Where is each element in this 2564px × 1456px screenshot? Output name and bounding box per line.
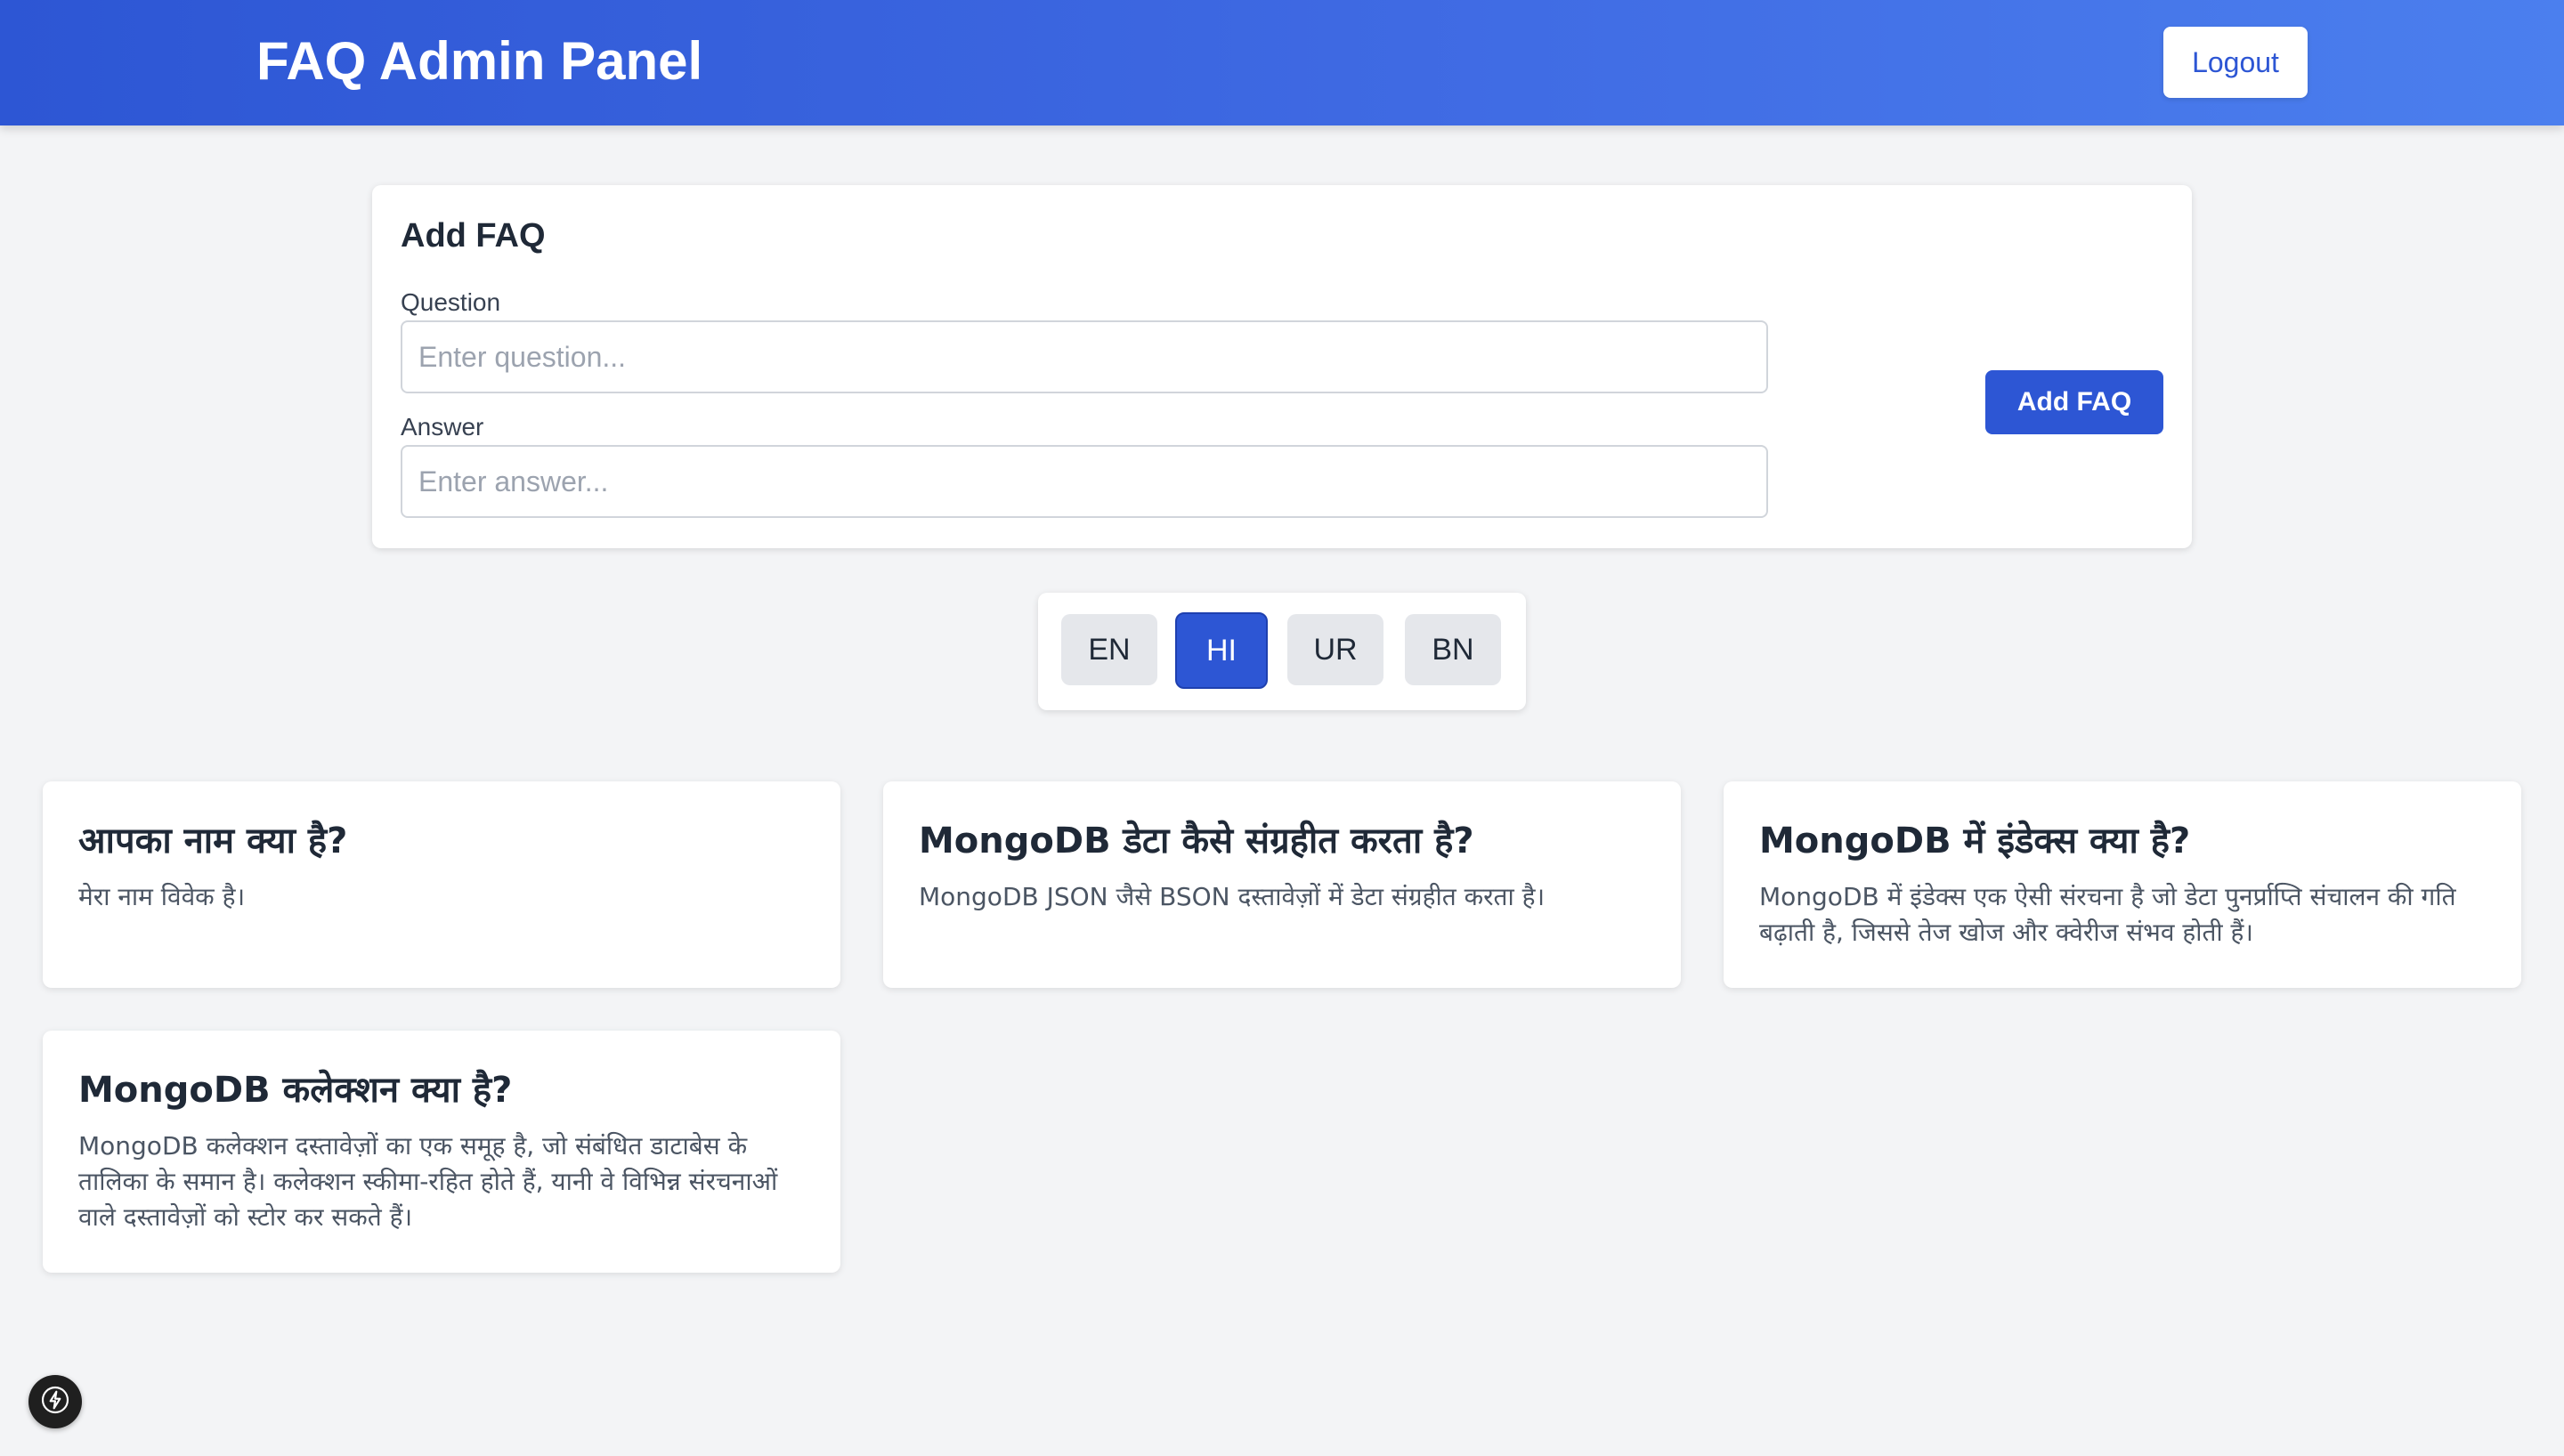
language-button-hi[interactable]: HI bbox=[1175, 612, 1268, 689]
add-faq-form: Add FAQ Question Answer Add FAQ bbox=[372, 185, 2192, 548]
faq-answer: मेरा नाम विवेक है। bbox=[78, 882, 246, 911]
faq-card: MongoDB में इंडेक्स क्या है? MongoDB में… bbox=[1724, 781, 2521, 988]
faq-card: आपका नाम क्या है? मेरा नाम विवेक है। bbox=[43, 781, 840, 988]
faq-question: आपका नाम क्या है? bbox=[78, 821, 348, 861]
faq-question: MongoDB कलेक्शन क्या है? bbox=[78, 1070, 513, 1111]
app-header: FAQ Admin Panel Logout bbox=[0, 0, 2564, 125]
language-button-en[interactable]: EN bbox=[1061, 614, 1157, 685]
add-faq-button[interactable]: Add FAQ bbox=[1985, 370, 2163, 434]
answer-label: Answer bbox=[401, 413, 484, 441]
form-title: Add FAQ bbox=[401, 217, 546, 255]
question-input[interactable] bbox=[401, 320, 1768, 393]
language-selector: EN HI UR BN bbox=[1038, 593, 1526, 710]
faq-answer: MongoDB कलेक्शन दस्तावेज़ों का एक समूह ह… bbox=[78, 1131, 778, 1232]
faq-card: MongoDB डेटा कैसे संग्रहीत करता है? Mong… bbox=[883, 781, 1681, 988]
question-label: Question bbox=[401, 288, 501, 316]
language-button-ur[interactable]: UR bbox=[1287, 614, 1383, 685]
faq-question: MongoDB में इंडेक्स क्या है? bbox=[1759, 821, 2191, 861]
logout-button[interactable]: Logout bbox=[2163, 27, 2308, 98]
answer-input[interactable] bbox=[401, 445, 1768, 518]
lightning-bolt-icon bbox=[41, 1386, 69, 1418]
faq-answer: MongoDB में इंडेक्स एक ऐसी संरचना है जो … bbox=[1759, 882, 2456, 947]
dev-tools-button[interactable] bbox=[28, 1375, 82, 1428]
faq-question: MongoDB डेटा कैसे संग्रहीत करता है? bbox=[919, 821, 1474, 861]
page-title: FAQ Admin Panel bbox=[256, 31, 703, 91]
faq-card: MongoDB कलेक्शन क्या है? MongoDB कलेक्शन… bbox=[43, 1031, 840, 1273]
language-button-bn[interactable]: BN bbox=[1405, 614, 1501, 685]
faq-answer: MongoDB JSON जैसे BSON दस्तावेज़ों में ड… bbox=[919, 882, 1546, 911]
